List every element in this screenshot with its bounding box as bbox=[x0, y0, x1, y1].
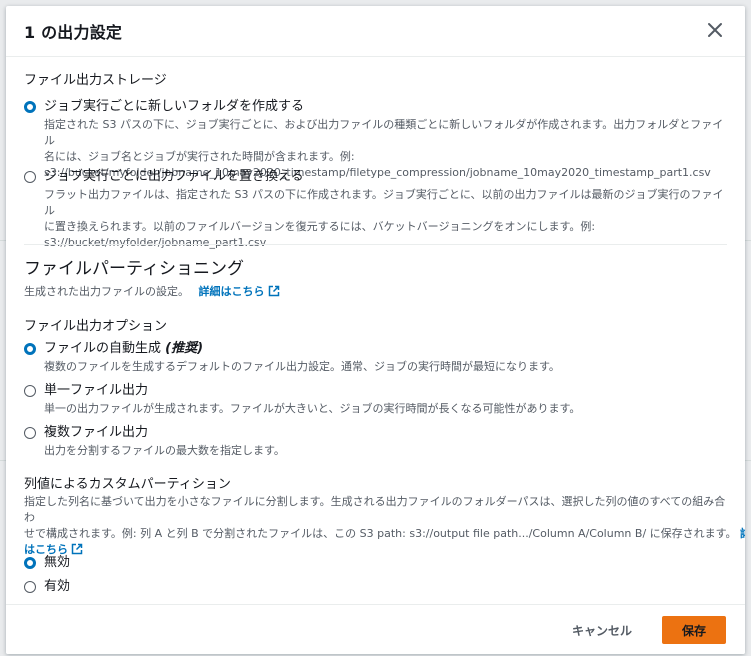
learn-more-link-2[interactable]: 詳細 bbox=[740, 527, 745, 540]
radio-button[interactable] bbox=[24, 427, 36, 439]
custom-partition-desc-line: せで構成されます。例: 列 A と列 B で分割されたファイルは、この S3 p… bbox=[24, 527, 737, 540]
custom-partition-desc-line: 指定した列名に基づいて出力を小さなファイルに分割します。生成される出力ファイルの… bbox=[24, 495, 726, 524]
radio-button[interactable] bbox=[24, 385, 36, 397]
radio-multiple-files[interactable]: 複数ファイル出力 出力を分割するファイルの最大数を指定します。 bbox=[24, 424, 285, 459]
radio-label: ジョブ実行ごとに新しいフォルダを作成する bbox=[44, 99, 305, 114]
close-icon[interactable] bbox=[705, 20, 725, 40]
radio-label: ジョブ実行ごとに出力ファイルを置き換える bbox=[44, 169, 304, 184]
save-button[interactable]: 保存 bbox=[662, 616, 726, 644]
partitioning-subtitle-row: 生成された出力ファイルの設定。 詳細はこちら bbox=[24, 284, 280, 300]
storage-heading: ファイル出力ストレージ bbox=[24, 73, 167, 88]
radio-label: ファイルの自動生成 bbox=[44, 341, 162, 356]
external-link-icon bbox=[268, 285, 279, 297]
recommended-tag: (推奨) bbox=[165, 341, 204, 356]
radio-button-checked[interactable] bbox=[24, 557, 36, 569]
radio-description: 出力を分割するファイルの最大数を指定します。 bbox=[44, 444, 285, 457]
radio-description: 指定された S3 パスの下に、ジョブ実行ごとに、および出力ファイルの種類ごとに新… bbox=[44, 118, 724, 147]
radio-label: 複数ファイル出力 bbox=[44, 425, 149, 440]
radio-auto-generate[interactable]: ファイルの自動生成 (推奨) 複数のファイルを生成するデフォルトのファイル出力設… bbox=[24, 340, 560, 375]
radio-description: 名には、ジョブ名とジョブが実行された時間が含まれます。例: bbox=[44, 150, 355, 163]
cancel-button[interactable]: キャンセル bbox=[556, 616, 648, 644]
radio-description: に置き換えられます。以前のファイルバージョンを復元するには、バケットバージョニン… bbox=[44, 220, 596, 233]
radio-description: 単一の出力ファイルが生成されます。ファイルが大きいと、ジョブの実行時間が長くなる… bbox=[44, 402, 581, 415]
learn-more-link-text: 詳細はこちら bbox=[198, 285, 265, 298]
modal-header: 1 の出力設定 bbox=[6, 6, 745, 57]
radio-partition-disabled[interactable]: 無効 bbox=[24, 554, 70, 572]
radio-single-file[interactable]: 単一ファイル出力 単一の出力ファイルが生成されます。ファイルが大きいと、ジョブの… bbox=[24, 382, 580, 417]
radio-label: 単一ファイル出力 bbox=[44, 383, 149, 398]
radio-button[interactable] bbox=[24, 581, 36, 593]
radio-partition-enabled[interactable]: 有効 bbox=[24, 578, 70, 596]
custom-partition-description: 指定した列名に基づいて出力を小さなファイルに分割します。生成される出力ファイルの… bbox=[24, 494, 745, 558]
radio-description-example: s3://bucket/myfolder/jobname_part1.csv bbox=[44, 236, 267, 249]
radio-replace-files[interactable]: ジョブ実行ごとに出力ファイルを置き換える フラット出力ファイルは、指定された S… bbox=[24, 168, 727, 251]
modal-footer: キャンセル 保存 bbox=[6, 604, 745, 654]
radio-description: フラット出力ファイルは、指定された S3 パスの下に作成されます。ジョブ実行ごと… bbox=[44, 188, 724, 217]
partitioning-title: ファイルパーティショニング bbox=[24, 259, 244, 279]
modal-title: 1 の出力設定 bbox=[24, 23, 123, 42]
radio-button-checked[interactable] bbox=[24, 343, 36, 355]
partitioning-subtitle: 生成された出力ファイルの設定。 bbox=[24, 285, 189, 298]
external-link-icon bbox=[71, 543, 83, 555]
custom-partition-heading: 列値によるカスタムパーティション bbox=[24, 477, 231, 492]
radio-label: 有効 bbox=[44, 579, 71, 594]
radio-button-checked[interactable] bbox=[24, 101, 36, 113]
radio-button[interactable] bbox=[24, 171, 36, 183]
section-divider bbox=[24, 244, 727, 245]
radio-description: 複数のファイルを生成するデフォルトのファイル出力設定。通常、ジョブの実行時間が最… bbox=[44, 360, 560, 373]
output-settings-modal: 1 の出力設定 ファイル出力ストレージ ジョブ実行ごとに新しいフォルダを作成する… bbox=[6, 6, 745, 654]
radio-label: 無効 bbox=[44, 555, 71, 570]
output-options-heading: ファイル出力オプション bbox=[24, 319, 168, 334]
learn-more-link[interactable]: 詳細はこちら bbox=[199, 285, 280, 298]
